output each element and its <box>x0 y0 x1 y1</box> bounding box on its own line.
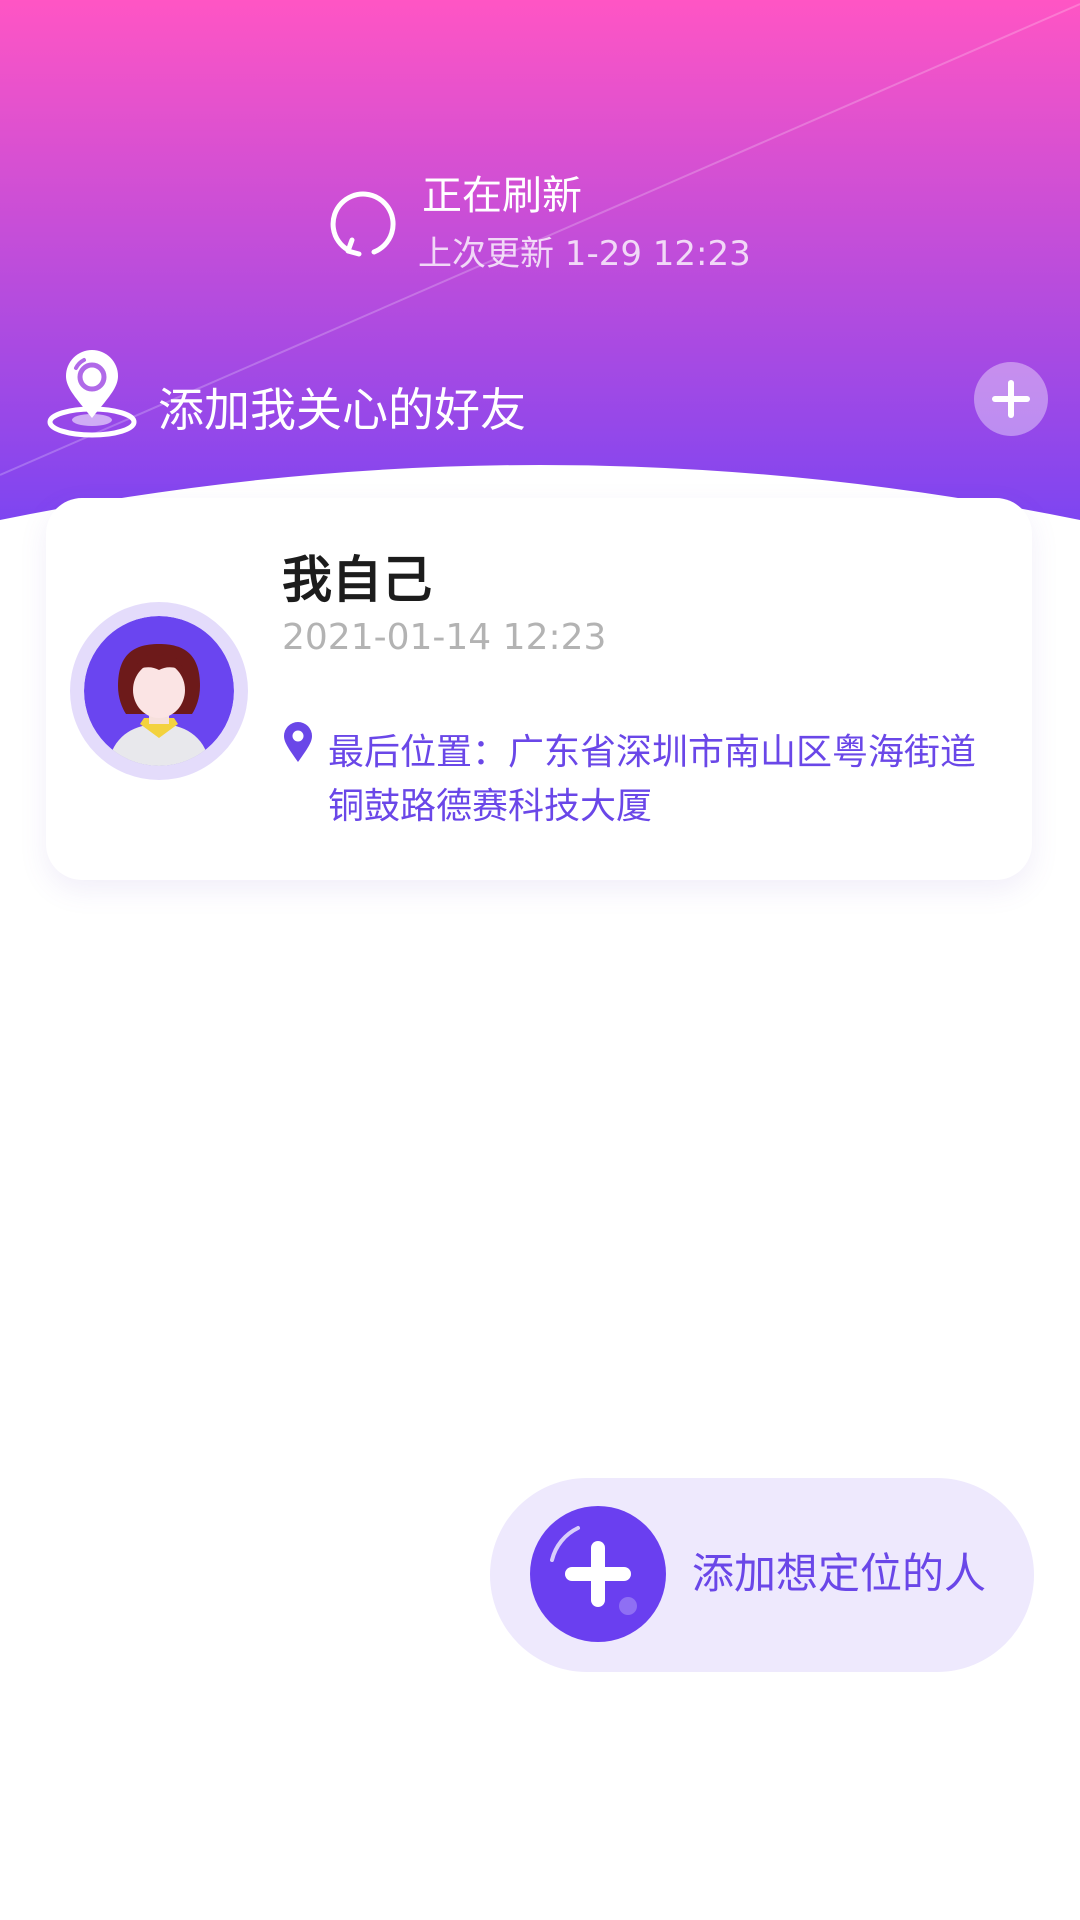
refresh-title: 正在刷新 <box>422 173 582 219</box>
add-friends-bar[interactable]: 添加我关心的好友 <box>40 346 1050 456</box>
user-avatar-icon <box>84 616 234 766</box>
plus-icon <box>992 380 1030 418</box>
add-person-label: 添加想定位的人 <box>692 1549 987 1598</box>
refresh-icon <box>330 191 396 257</box>
location-pin-icon <box>47 350 137 438</box>
add-person-button[interactable]: 添加想定位的人 <box>490 1478 1034 1672</box>
avatar <box>70 602 248 780</box>
last-update-text: 上次更新 1-29 12:23 <box>418 234 751 274</box>
add-friend-button[interactable] <box>974 362 1048 436</box>
last-location-text: 最后位置：广东省深圳市南山区粤海街道铜鼓路德赛科技大厦 <box>328 732 977 827</box>
header: 正在刷新 上次更新 1-29 12:23 添加我关心的好友 <box>0 0 1080 560</box>
refresh-status: 正在刷新 上次更新 1-29 12:23 <box>326 172 806 282</box>
plus-circle-icon <box>530 1506 666 1642</box>
person-name: 我自己 <box>282 551 432 609</box>
self-location-card[interactable]: 我自己 2021-01-14 12:23 最后位置：广东省深圳市南山区粤海街道铜… <box>46 498 1032 880</box>
map-pin-icon <box>284 722 312 762</box>
location-time: 2021-01-14 12:23 <box>282 617 607 658</box>
add-friends-label: 添加我关心的好友 <box>158 383 526 437</box>
